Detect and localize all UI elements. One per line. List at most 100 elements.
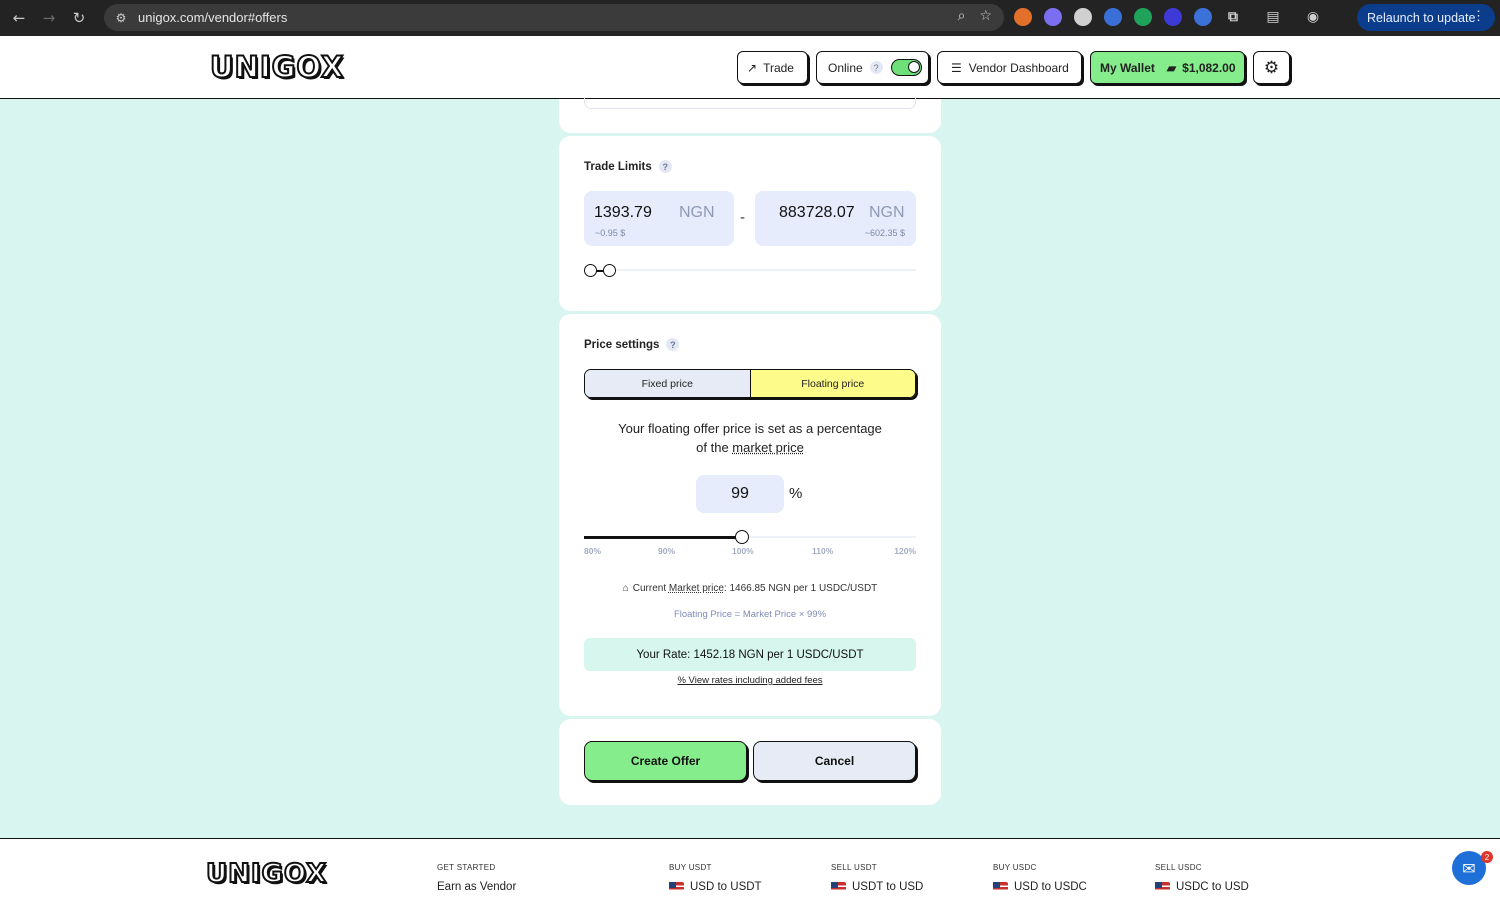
market-price-tooltip[interactable]: Market price: [669, 583, 724, 594]
price-formula: Floating Price = Market Price × 99%: [673, 609, 827, 620]
help-icon[interactable]: ?: [658, 160, 672, 173]
max-usd-equivalent: ~602.35 $: [864, 228, 905, 238]
wallet-label: My Wallet: [1100, 60, 1155, 75]
ghost-extension-icon[interactable]: [1044, 8, 1062, 26]
puzzle-extensions-icon[interactable]: ⧉: [1224, 8, 1242, 26]
price-settings-title: Price settings ?: [584, 338, 680, 351]
min-usd-equivalent: ~0.95 $: [595, 228, 626, 238]
help-icon[interactable]: ?: [869, 61, 883, 74]
footer-heading: BUY USDT: [669, 863, 712, 872]
browser-toolbar: ← → ↻ ⚙ unigox.com/vendor#offers ⌕ ☆ ⧉ ▤…: [0, 0, 1500, 36]
site-header: UNIGOX ↗ Trade Online ? ☰ Vendor Dashboa…: [0, 36, 1500, 99]
footer-link-earn-as-vendor[interactable]: Earn as Vendor: [437, 881, 516, 893]
max-amount[interactable]: 883728.07: [779, 204, 855, 222]
percentage-slider-fill: [584, 536, 742, 539]
your-rate: Your Rate: 1452.18 NGN per 1 USDC/USDT: [636, 648, 864, 661]
your-rate-box: Your Rate: 1452.18 NGN per 1 USDC/USDT: [584, 638, 916, 671]
actions-card: Create Offer Cancel: [559, 719, 941, 805]
back-icon[interactable]: ←: [8, 7, 30, 29]
market-prefix: Current: [632, 583, 669, 594]
footer-link-usdt-to-usd[interactable]: USDT to USD: [831, 881, 923, 893]
online-label: Online: [828, 60, 863, 75]
limits-range-track[interactable]: [584, 269, 916, 271]
footer-column-get-started: GET STARTED Earn as Vendor: [437, 863, 516, 893]
address-bar[interactable]: ⚙ unigox.com/vendor#offers ⌕ ☆: [104, 4, 1004, 31]
extension-icon[interactable]: [1164, 8, 1182, 26]
current-market-price: ⌂ Current Market price: 1466.85 NGN per 1…: [559, 583, 941, 594]
metamask-extension-icon[interactable]: [1014, 8, 1032, 26]
footer-column-sell-usdc: SELL USDC USDC to USD: [1155, 863, 1249, 893]
footer-heading: BUY USDC: [993, 863, 1037, 872]
footer-link-usd-to-usdc[interactable]: USD to USDC: [993, 881, 1087, 893]
footer-link-usd-to-usdt[interactable]: USD to USDT: [669, 881, 762, 893]
forward-icon[interactable]: →: [38, 7, 60, 29]
profile-icon[interactable]: ◉: [1304, 8, 1322, 26]
min-currency: NGN: [679, 204, 715, 221]
percentage-input[interactable]: 99: [696, 475, 784, 513]
gear-icon: ⚙: [1263, 57, 1280, 77]
footer-logo[interactable]: UNIGOX: [205, 858, 327, 890]
max-limit-field[interactable]: 883728.07 NGN ~602.35 $: [755, 191, 916, 246]
settings-button[interactable]: ⚙: [1253, 51, 1290, 84]
dashboard-icon: ☰: [951, 60, 962, 75]
percentage-slider-handle[interactable]: [735, 530, 749, 544]
tag-icon: ⌂: [622, 583, 629, 594]
footer-column-sell-usdt: SELL USDT USDT to USD: [831, 863, 923, 893]
description-line-2: of the market price: [584, 438, 916, 457]
extension-icon[interactable]: [1104, 8, 1122, 26]
vendor-dashboard-button[interactable]: ☰ Vendor Dashboard: [937, 51, 1082, 84]
footer-column-buy-usdt: BUY USDT USD to USDT: [669, 863, 762, 893]
slider-ticks: 80% 90% 100% 110% 120%: [584, 546, 916, 558]
online-status-button[interactable]: Online ?: [816, 51, 929, 84]
more-menu-icon[interactable]: ⋮: [1472, 8, 1485, 24]
grammarly-extension-icon[interactable]: [1134, 8, 1152, 26]
site-footer: UNIGOX GET STARTED Earn as Vendor BUY US…: [0, 838, 1500, 898]
tick-label: 110%: [812, 546, 834, 556]
market-price-link[interactable]: market price: [732, 440, 804, 455]
us-flag-icon: [1155, 881, 1170, 893]
bookmark-star-icon[interactable]: ☆: [979, 8, 992, 24]
us-flag-icon: [993, 881, 1008, 893]
chat-notification-badge: 2: [1481, 851, 1493, 863]
percentage-slider-track[interactable]: [584, 536, 916, 539]
help-icon[interactable]: ?: [666, 338, 680, 351]
relaunch-button[interactable]: Relaunch to update ⋮: [1357, 4, 1495, 31]
tag-extension-icon[interactable]: [1194, 8, 1212, 26]
site-settings-icon[interactable]: ⚙: [113, 10, 129, 26]
reload-icon[interactable]: ↻: [68, 7, 90, 29]
url-text[interactable]: unigox.com/vendor#offers: [138, 10, 287, 25]
description-line-1: Your floating offer price is set as a pe…: [618, 421, 882, 436]
min-limit-field[interactable]: 1393.79 NGN ~0.95 $: [584, 191, 734, 246]
floating-price-tab[interactable]: Floating price: [750, 370, 915, 397]
zoom-icon[interactable]: ⌕: [958, 8, 966, 24]
trade-limits-card: Trade Limits ? 1393.79 NGN ~0.95 $ - 883…: [559, 136, 941, 311]
trade-button[interactable]: ↗ Trade: [737, 51, 808, 84]
toggle-knob: [907, 61, 920, 73]
footer-heading: SELL USDC: [1155, 863, 1202, 872]
unigox-logo[interactable]: UNIGOX: [209, 49, 344, 85]
view-rates-link[interactable]: % View rates including added fees: [559, 675, 941, 686]
vendor-dashboard-label: Vendor Dashboard: [968, 60, 1069, 75]
footer-link-usdc-to-usd[interactable]: USDC to USD: [1155, 881, 1249, 893]
fixed-price-tab[interactable]: Fixed price: [585, 370, 751, 397]
footer-link-label: USDC to USD: [1176, 881, 1249, 893]
us-flag-icon: [831, 881, 846, 893]
relaunch-label: Relaunch to update: [1367, 10, 1476, 25]
previous-section-card: [559, 97, 941, 133]
my-wallet-button[interactable]: My Wallet ▰ $1,082.00: [1090, 51, 1245, 84]
min-amount[interactable]: 1393.79: [594, 204, 652, 222]
wallet-balance: $1,082.00: [1182, 60, 1236, 75]
footer-link-label: USD to USDT: [690, 881, 762, 893]
trade-limits-heading: Trade Limits: [584, 160, 652, 173]
reading-list-icon[interactable]: ▤: [1264, 8, 1282, 26]
wallet-icon: ▰: [1166, 60, 1177, 75]
create-offer-button[interactable]: Create Offer: [584, 741, 747, 781]
footer-heading: SELL USDT: [831, 863, 877, 872]
limits-max-handle[interactable]: [603, 264, 616, 277]
range-separator: -: [740, 210, 746, 226]
percent-sign: %: [789, 485, 803, 502]
cancel-button[interactable]: Cancel: [753, 741, 916, 781]
online-toggle[interactable]: [890, 59, 922, 76]
extension-icon[interactable]: [1074, 8, 1092, 26]
footer-heading: GET STARTED: [437, 863, 496, 872]
